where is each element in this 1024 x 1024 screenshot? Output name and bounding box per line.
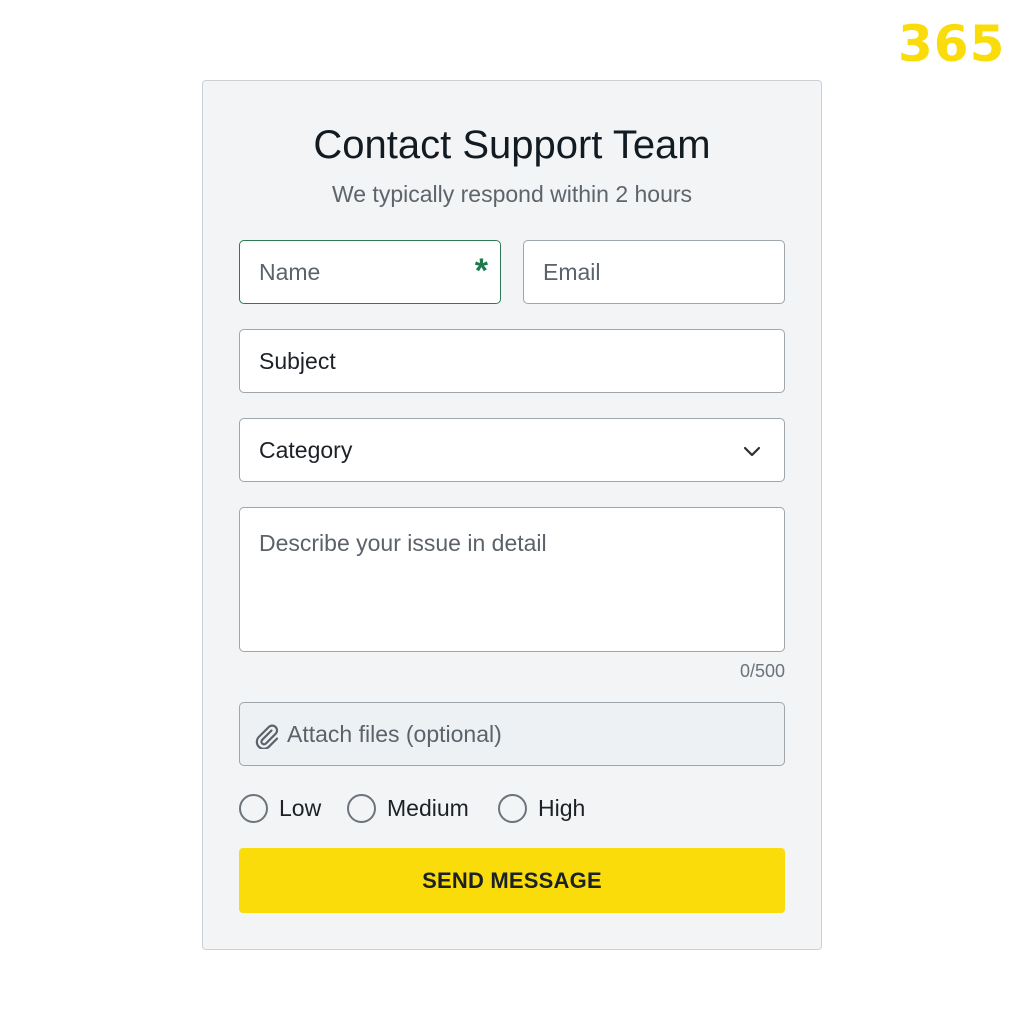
form-title: Contact Support Team <box>313 123 711 167</box>
email-input[interactable]: Email <box>523 240 785 304</box>
chevron-down-icon[interactable] <box>742 441 762 461</box>
priority-label-high: High <box>538 795 586 821</box>
priority-label-medium: Medium <box>387 795 469 821</box>
attach-files-button[interactable]: Attach files (optional) <box>239 702 785 766</box>
name-placeholder: Name <box>259 259 321 285</box>
radio-button-icon[interactable] <box>498 793 527 823</box>
priority-radio-low[interactable]: Low <box>239 793 321 823</box>
required-asterisk-icon: * <box>474 252 488 290</box>
brand-logo: 365 <box>898 15 1006 73</box>
form-subtitle: We typically respond within 2 hours <box>331 181 693 207</box>
subject-input[interactable]: Subject <box>239 329 785 393</box>
attach-label: Attach files (optional) <box>287 721 502 747</box>
category-select[interactable]: Category <box>239 418 785 482</box>
email-placeholder: Email <box>543 259 601 285</box>
radio-button-icon[interactable] <box>239 793 268 823</box>
priority-label-low: Low <box>279 795 322 821</box>
name-input[interactable]: Name * <box>239 240 501 304</box>
priority-radio-medium[interactable]: Medium <box>347 793 469 823</box>
send-message-button[interactable]: SEND MESSAGE <box>239 848 785 913</box>
category-label: Category <box>259 437 353 463</box>
priority-radio-high[interactable]: High <box>498 793 585 823</box>
paperclip-icon <box>255 724 279 749</box>
description-placeholder: Describe your issue in detail <box>259 530 547 556</box>
radio-button-icon[interactable] <box>347 793 376 823</box>
subject-label: Subject <box>259 348 336 374</box>
description-textarea[interactable]: Describe your issue in detail <box>239 507 785 652</box>
character-counter: 0/500 <box>739 661 785 681</box>
